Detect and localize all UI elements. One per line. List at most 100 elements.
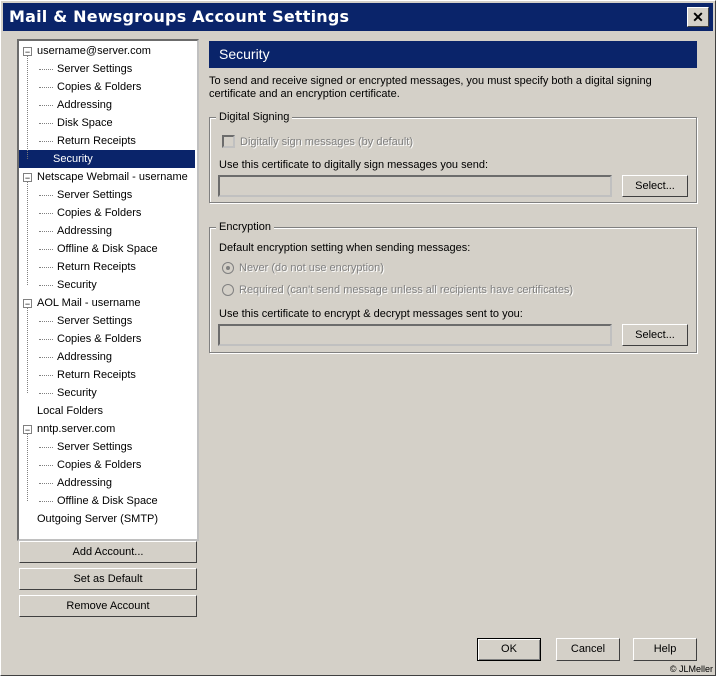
radio-never-label: Never (do not use encryption) bbox=[239, 262, 384, 274]
panel-intro: To send and receive signed or encrypted … bbox=[209, 75, 652, 100]
panel-title: Security bbox=[209, 41, 697, 68]
tree-account-label: nntp.server.com bbox=[37, 423, 116, 435]
tree-item-return-receipts[interactable]: Return Receipts bbox=[39, 258, 138, 276]
tree-item-label: Addressing bbox=[57, 225, 113, 237]
encryption-select-button[interactable]: Select... bbox=[622, 324, 688, 346]
signing-select-button[interactable]: Select... bbox=[622, 175, 688, 197]
tree-item-label: Security bbox=[53, 153, 93, 165]
tree-item-offline-disk-space[interactable]: Offline & Disk Space bbox=[39, 492, 160, 510]
sign-messages-checkbox[interactable] bbox=[222, 135, 235, 148]
tree-item-label: Security bbox=[57, 387, 97, 399]
radio-never-dot bbox=[226, 266, 230, 270]
radio-never[interactable] bbox=[222, 262, 234, 274]
tree-item-server-settings[interactable]: Server Settings bbox=[39, 438, 134, 456]
tree-connector bbox=[39, 482, 53, 484]
tree-connector bbox=[39, 356, 53, 358]
tree-account-4[interactable]: − nntp.server.com bbox=[19, 420, 117, 438]
tree-item-disk-space[interactable]: Disk Space bbox=[39, 114, 115, 132]
tree-account-label: Local Folders bbox=[37, 405, 104, 417]
tree-account-3[interactable]: Local Folders bbox=[19, 402, 105, 420]
tree-connector bbox=[39, 320, 53, 322]
cancel-button[interactable]: Cancel bbox=[556, 638, 620, 661]
encryption-default-label: Default encryption setting when sending … bbox=[219, 242, 471, 254]
signing-cert-field[interactable] bbox=[218, 175, 612, 197]
tree-item-addressing[interactable]: Addressing bbox=[39, 474, 114, 492]
signing-cert-label: Use this certificate to digitally sign m… bbox=[219, 159, 489, 171]
tree-item-label: Addressing bbox=[57, 477, 113, 489]
tree-item-server-settings[interactable]: Server Settings bbox=[39, 60, 134, 78]
remove-account-button[interactable]: Remove Account bbox=[19, 595, 197, 617]
tree-connector bbox=[39, 284, 53, 286]
collapse-icon[interactable]: − bbox=[23, 298, 32, 308]
tree-connector bbox=[39, 338, 53, 340]
tree-item-addressing[interactable]: Addressing bbox=[39, 96, 114, 114]
tree-item-addressing[interactable]: Addressing bbox=[39, 348, 114, 366]
tree-item-label: Addressing bbox=[57, 351, 113, 363]
digital-signing-legend: Digital Signing bbox=[216, 110, 293, 124]
tree-item-security[interactable]: Security bbox=[39, 276, 99, 294]
ok-button[interactable]: OK bbox=[477, 638, 541, 661]
digital-signing-group: Digital Signing Digitally sign messages … bbox=[209, 110, 697, 203]
help-button[interactable]: Help bbox=[633, 638, 697, 661]
tree-account-label: AOL Mail - username bbox=[37, 297, 141, 309]
add-account-button[interactable]: Add Account... bbox=[19, 541, 197, 563]
tree-account-5[interactable]: Outgoing Server (SMTP) bbox=[19, 510, 160, 528]
set-as-default-button[interactable]: Set as Default bbox=[19, 568, 197, 590]
collapse-icon[interactable]: − bbox=[23, 172, 32, 182]
tree-connector bbox=[39, 392, 53, 394]
title-bar[interactable]: Mail & Newsgroups Account Settings ✕ bbox=[3, 3, 713, 31]
tree-connector bbox=[39, 104, 53, 106]
tree-connector bbox=[39, 446, 53, 448]
tree-guide-line bbox=[27, 308, 28, 393]
tree-item-server-settings[interactable]: Server Settings bbox=[39, 186, 134, 204]
tree-account-0[interactable]: − username@server.com bbox=[19, 42, 153, 60]
tree-item-security[interactable]: Security bbox=[39, 384, 99, 402]
tree-item-label: Disk Space bbox=[57, 117, 113, 129]
tree-item-return-receipts[interactable]: Return Receipts bbox=[39, 132, 138, 150]
tree-item-label: Server Settings bbox=[57, 315, 133, 327]
tree-item-copies-folders[interactable]: Copies & Folders bbox=[39, 456, 143, 474]
tree-item-copies-folders[interactable]: Copies & Folders bbox=[39, 204, 143, 222]
window-title: Mail & Newsgroups Account Settings bbox=[9, 7, 350, 26]
tree-item-label: Copies & Folders bbox=[57, 333, 142, 345]
tree-item-copies-folders[interactable]: Copies & Folders bbox=[39, 330, 143, 348]
account-tree[interactable]: − username@server.com Server Settings Copie… bbox=[17, 39, 199, 541]
account-settings-window: Mail & Newsgroups Account Settings ✕ − us… bbox=[0, 0, 716, 676]
tree-account-1[interactable]: − Netscape Webmail - username bbox=[19, 168, 190, 186]
encryption-cert-field[interactable] bbox=[218, 324, 612, 346]
tree-guide-line bbox=[27, 434, 28, 501]
collapse-icon[interactable]: − bbox=[23, 424, 32, 434]
tree-account-2[interactable]: − AOL Mail - username bbox=[19, 294, 143, 312]
tree-item-addressing[interactable]: Addressing bbox=[39, 222, 114, 240]
collapse-icon[interactable]: − bbox=[23, 46, 32, 56]
tree-item-offline-disk-space[interactable]: Offline & Disk Space bbox=[39, 240, 160, 258]
tree-connector bbox=[39, 500, 53, 502]
tree-connector bbox=[39, 140, 53, 142]
copyright-note: © JLMeller bbox=[669, 664, 713, 674]
tree-item-label: Copies & Folders bbox=[57, 459, 142, 471]
tree-item-label: Return Receipts bbox=[57, 135, 136, 147]
tree-item-label: Offline & Disk Space bbox=[57, 495, 158, 507]
tree-item-security[interactable]: Security bbox=[19, 150, 195, 168]
close-icon[interactable]: ✕ bbox=[687, 7, 709, 27]
tree-item-server-settings[interactable]: Server Settings bbox=[39, 312, 134, 330]
tree-connector bbox=[39, 374, 53, 376]
tree-item-return-receipts[interactable]: Return Receipts bbox=[39, 366, 138, 384]
tree-connector bbox=[39, 68, 53, 70]
tree-item-label: Server Settings bbox=[57, 63, 133, 75]
tree-connector bbox=[39, 248, 53, 250]
tree-item-label: Return Receipts bbox=[57, 261, 136, 273]
radio-required[interactable] bbox=[222, 284, 234, 296]
tree-item-label: Copies & Folders bbox=[57, 81, 142, 93]
radio-required-label: Required (can't send message unless all … bbox=[239, 284, 574, 296]
tree-account-label: Netscape Webmail - username bbox=[37, 171, 188, 183]
tree-item-label: Addressing bbox=[57, 99, 113, 111]
tree-item-copies-folders[interactable]: Copies & Folders bbox=[39, 78, 143, 96]
tree-item-label: Return Receipts bbox=[57, 369, 136, 381]
tree-connector bbox=[39, 266, 53, 268]
tree-item-label: Server Settings bbox=[57, 189, 133, 201]
sign-messages-label: Digitally sign messages (by default) bbox=[240, 136, 414, 148]
encryption-cert-label: Use this certificate to encrypt & decryp… bbox=[219, 308, 523, 320]
tree-item-label: Copies & Folders bbox=[57, 207, 142, 219]
tree-guide-line bbox=[27, 182, 28, 285]
